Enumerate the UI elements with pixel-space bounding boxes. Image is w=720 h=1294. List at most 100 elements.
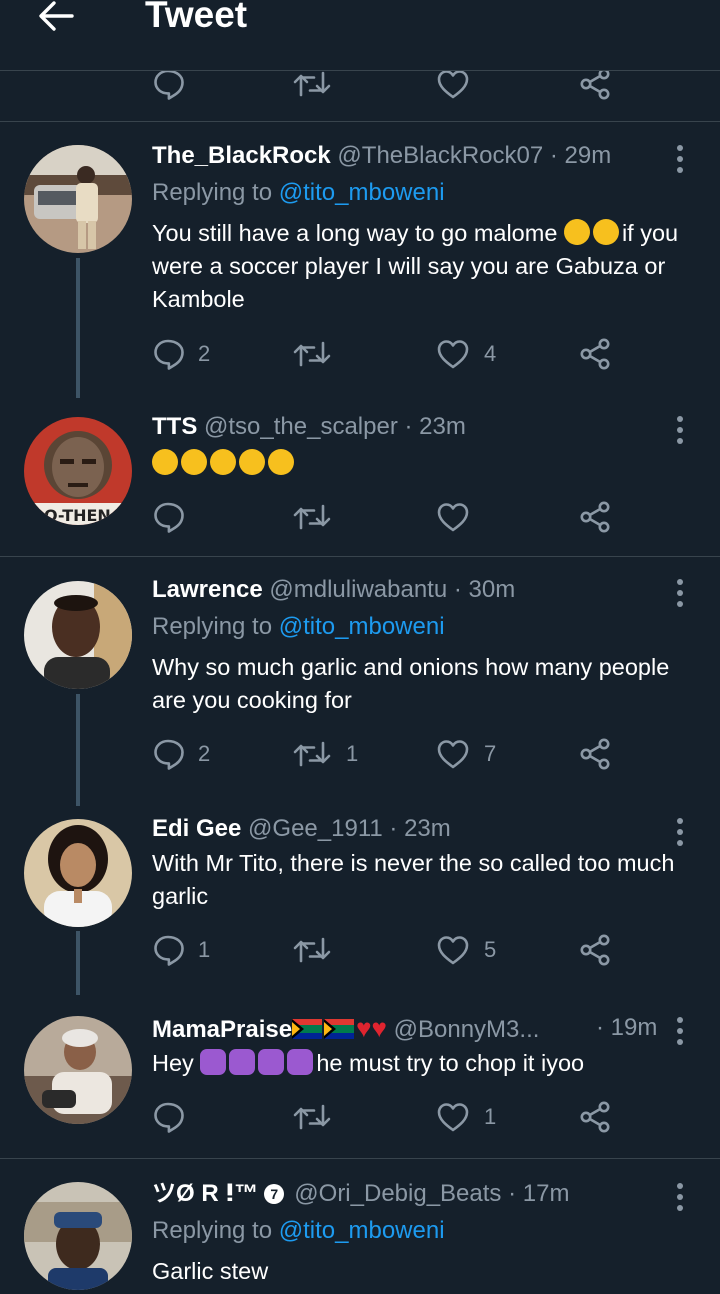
rofl-emoji-icon	[559, 214, 595, 250]
reply-icon	[152, 934, 184, 966]
mention-link[interactable]: @tito_mboweni	[279, 179, 445, 206]
replying-to-label: Replying to	[152, 179, 273, 206]
timestamp[interactable]: · 30m	[454, 576, 515, 603]
tweet-item[interactable]: ツØ R ⵑ™ 7 @Ori_Debig_Beats · 17m Replying …	[0, 1178, 720, 1294]
retweet-button[interactable]	[292, 930, 332, 970]
avatar[interactable]	[24, 1016, 132, 1124]
username[interactable]: @BonnyM3...	[394, 1016, 540, 1043]
timestamp[interactable]: · 23m	[389, 815, 450, 842]
tweet-text-part: Hey	[152, 1050, 194, 1076]
woman-emoji-icon	[229, 1049, 256, 1075]
tweet-actions: 2 1 7	[152, 734, 632, 774]
reply-icon	[152, 738, 184, 770]
avatar[interactable]	[24, 1182, 132, 1290]
tweet-item[interactable]: Edi Gee @Gee_1911 · 23m With Mr Tito, th…	[0, 813, 720, 995]
reply-button[interactable]: 1	[152, 930, 210, 970]
share-button[interactable]	[578, 734, 612, 774]
divider	[0, 121, 720, 122]
retweet-count: 1	[346, 741, 359, 766]
retweet-button[interactable]	[292, 1097, 332, 1137]
red-heart-icon: ♥	[371, 1013, 387, 1043]
like-count: 5	[484, 937, 497, 962]
username[interactable]: @Gee_1911	[248, 815, 383, 842]
display-name[interactable]: Edi Gee	[152, 815, 241, 842]
like-button[interactable]: 7	[436, 734, 496, 774]
woman-emoji-icon	[287, 1049, 314, 1075]
laughing-emoji-icon	[239, 449, 265, 475]
tweet-item[interactable]: O-THEN TTS @tso_the_scalper · 23m	[0, 411, 720, 541]
laughing-emoji-icon	[210, 449, 236, 475]
like-count: 7	[484, 741, 497, 766]
tweet-text-part: You still have a long way to go malome	[152, 220, 558, 246]
retweet-button[interactable]	[292, 497, 332, 537]
tweet-text	[152, 447, 707, 480]
tweet-actions: 2 4	[152, 334, 632, 374]
tweet-item[interactable]: Lawrence @mdluliwabantu · 30m Replying t…	[0, 574, 720, 806]
more-options-icon[interactable]	[668, 817, 692, 847]
username[interactable]: @TheBlackRock07	[337, 142, 543, 169]
tweet-header: ツØ R ⵑ™ 7 @Ori_Debig_Beats · 17m	[152, 1178, 569, 1210]
replying-to: Replying to @tito_mboweni	[152, 1215, 445, 1247]
more-options-icon[interactable]	[668, 578, 692, 608]
display-name[interactable]: TTS	[152, 413, 197, 440]
tweet-header: Lawrence @mdluliwabantu · 30m	[152, 574, 515, 606]
username[interactable]: @tso_the_scalper	[204, 413, 398, 440]
arrow-left-icon[interactable]	[36, 0, 76, 36]
thread-connector	[76, 258, 80, 398]
timestamp[interactable]: · 23m	[404, 413, 465, 440]
tweet-item[interactable]: MamaPraise ♥♥ @BonnyM3... · 19m Hey he mu…	[0, 1012, 720, 1142]
share-icon	[578, 933, 612, 967]
share-button[interactable]	[578, 930, 612, 970]
heart-icon	[436, 501, 470, 533]
reply-button[interactable]	[152, 497, 184, 537]
username[interactable]: @Ori_Debig_Beats	[294, 1180, 501, 1207]
timestamp[interactable]: · 17m	[508, 1180, 569, 1207]
avatar[interactable]	[24, 581, 132, 689]
thread-connector	[76, 931, 80, 995]
south-africa-flag-icon	[324, 1019, 355, 1039]
share-button[interactable]	[578, 334, 612, 374]
more-options-icon[interactable]	[668, 1016, 692, 1046]
display-name[interactable]: MamaPraise	[152, 1016, 292, 1043]
reply-count: 1	[198, 937, 211, 962]
tweet-text: You still have a long way to go malome i…	[152, 214, 707, 316]
mention-link[interactable]: @tito_mboweni	[279, 1217, 445, 1244]
like-button[interactable]: 4	[436, 334, 496, 374]
share-button[interactable]	[578, 497, 612, 537]
display-name[interactable]: The_BlackRock	[152, 142, 331, 169]
thread-connector	[76, 694, 80, 806]
like-button[interactable]: 5	[436, 930, 496, 970]
avatar[interactable]: O-THEN	[24, 417, 132, 525]
replying-to: Replying to @tito_mboweni	[152, 611, 445, 643]
tweet-actions: 1	[152, 1097, 632, 1137]
retweet-button[interactable]: 1	[292, 734, 358, 774]
top-app-bar: Tweet	[0, 0, 720, 71]
retweet-button[interactable]	[292, 334, 332, 374]
display-name[interactable]: Lawrence	[152, 576, 263, 603]
retweet-icon	[292, 338, 332, 370]
share-button[interactable]	[578, 1097, 612, 1137]
tweet-item[interactable]: The_BlackRock @TheBlackRock07 · 29m Repl…	[0, 140, 720, 400]
heart-icon	[436, 68, 470, 100]
tweet-header: TTS @tso_the_scalper · 23m	[152, 411, 466, 443]
timestamp[interactable]: · 29m	[550, 142, 611, 169]
username[interactable]: @mdluliwabantu	[269, 576, 447, 603]
heart-icon	[436, 338, 470, 370]
reply-button[interactable]: 2	[152, 734, 210, 774]
more-options-icon[interactable]	[668, 1182, 692, 1212]
retweet-icon	[292, 738, 332, 770]
avatar[interactable]	[24, 819, 132, 927]
like-button[interactable]	[436, 497, 470, 537]
reply-button[interactable]: 2	[152, 334, 210, 374]
reply-count: 2	[198, 341, 211, 366]
more-options-icon[interactable]	[668, 144, 692, 174]
like-button[interactable]: 1	[436, 1097, 496, 1137]
reply-button[interactable]	[152, 1097, 184, 1137]
timestamp[interactable]: · 19m	[596, 1012, 657, 1044]
tweet-text: Why so much garlic and onions how many p…	[152, 654, 670, 713]
avatar[interactable]	[24, 145, 132, 253]
display-name[interactable]: ツØ R ⵑ™	[152, 1180, 258, 1207]
red-heart-icon: ♥	[356, 1013, 372, 1043]
more-options-icon[interactable]	[668, 415, 692, 445]
mention-link[interactable]: @tito_mboweni	[279, 613, 445, 640]
